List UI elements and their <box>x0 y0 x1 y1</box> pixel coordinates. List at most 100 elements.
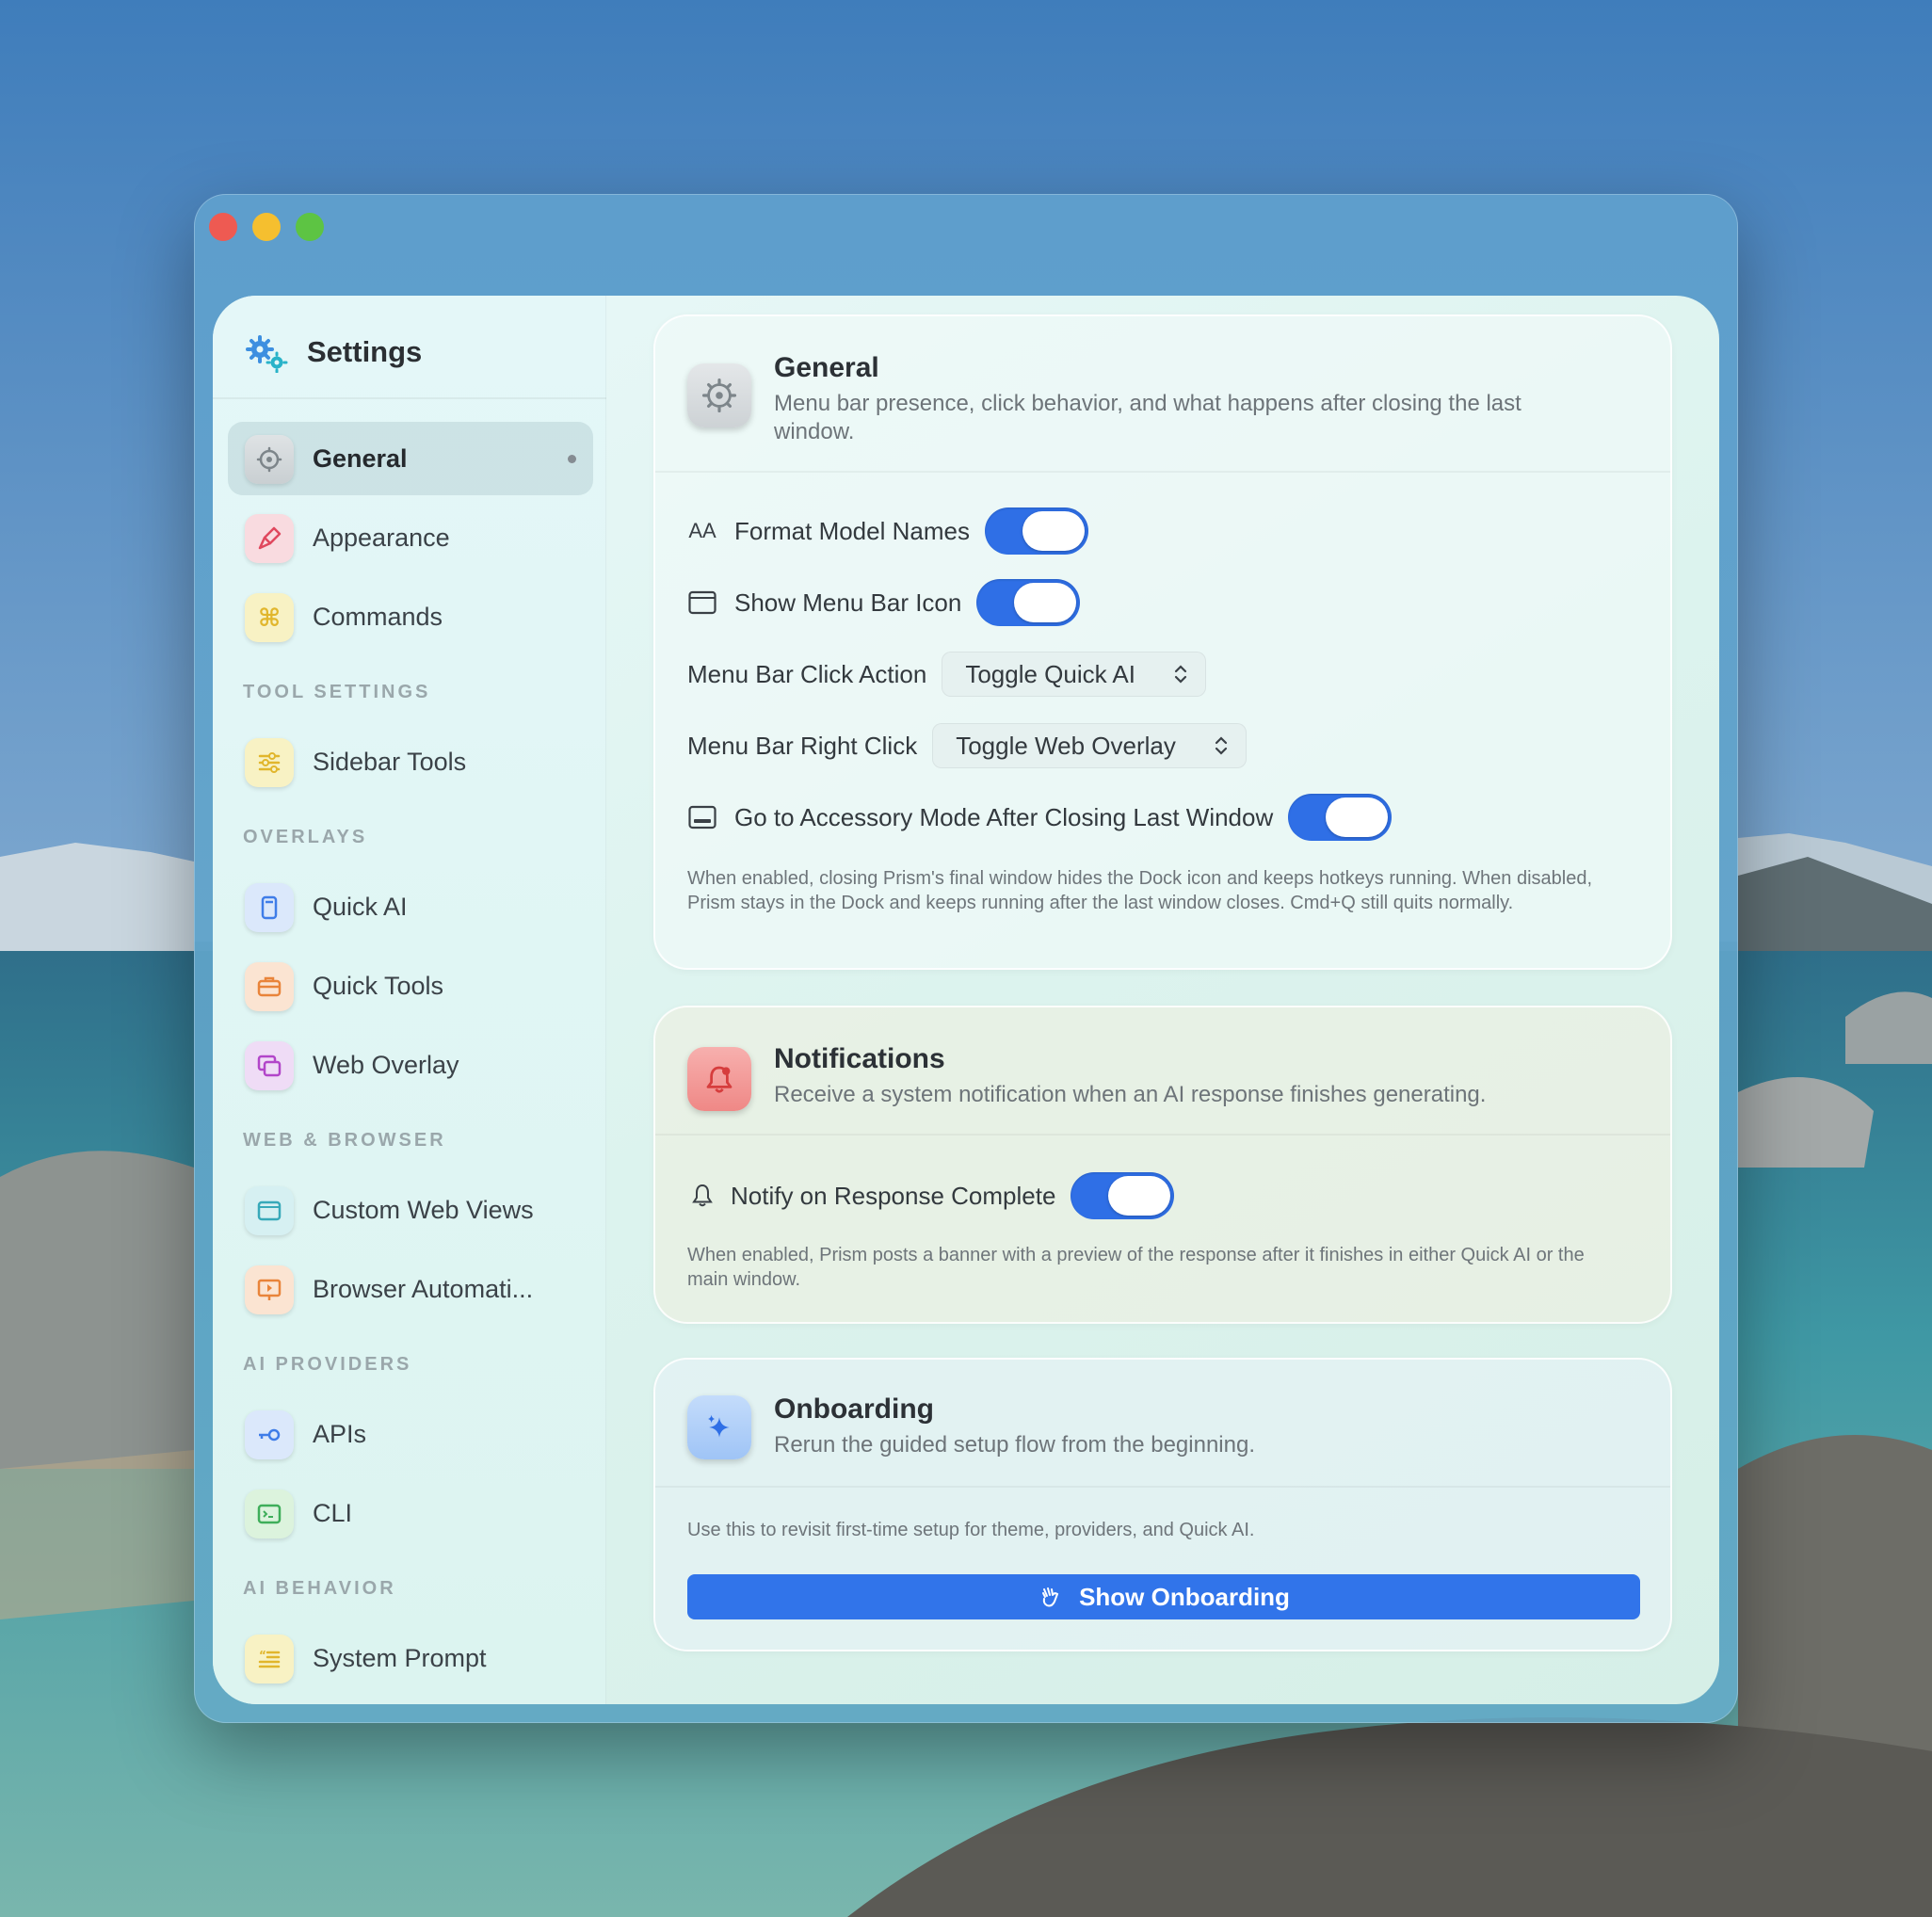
notifications-help-text: When enabled, Prism posts a banner with … <box>687 1245 1585 1290</box>
notify-on-complete-label: Notify on Response Complete <box>731 1181 1056 1210</box>
bell-icon <box>687 1181 717 1211</box>
notify-on-complete-toggle[interactable] <box>1071 1172 1175 1219</box>
sidebar: Settings General Appearance ⌘ Commands T… <box>213 296 606 1704</box>
accessory-mode-row: Go to Accessory Mode After Closing Last … <box>687 794 1393 841</box>
sidebar-title: Settings <box>307 335 423 368</box>
sidebar-item-general[interactable]: General <box>228 422 593 495</box>
section-label-tool-settings: TOOL SETTINGS <box>243 682 431 702</box>
toggle-knob <box>1108 1176 1171 1216</box>
menu-bar-click-action-select[interactable]: Toggle Quick AI <box>942 652 1206 697</box>
sidebar-item-label: General <box>313 444 408 473</box>
sidebar-item-label: Custom Web Views <box>313 1196 534 1224</box>
sidebar-item-quick-tools[interactable]: Quick Tools <box>228 949 593 1023</box>
toolbox-icon <box>245 962 294 1011</box>
text-size-icon: AA <box>687 516 717 546</box>
key-icon <box>245 1410 294 1459</box>
menu-bar-right-click-row: Menu Bar Right Click Toggle Web Overlay <box>687 723 1247 768</box>
select-value: Toggle Web Overlay <box>956 731 1176 760</box>
section-label-ai-providers: AI PROVIDERS <box>243 1354 412 1375</box>
selected-indicator-dot <box>568 455 576 463</box>
divider <box>655 1134 1670 1136</box>
sidebar-item-label: Web Overlay <box>313 1051 459 1079</box>
sidebar-item-commands[interactable]: ⌘ Commands <box>228 580 593 653</box>
gears-icon <box>246 335 288 373</box>
gear-icon <box>245 435 294 484</box>
general-subtitle: Menu bar presence, click behavior, and w… <box>774 391 1521 444</box>
show-onboarding-button[interactable]: Show Onboarding <box>687 1574 1640 1619</box>
menu-bar-right-click-select[interactable]: Toggle Web Overlay <box>932 723 1247 768</box>
command-key-icon: ⌘ <box>245 593 294 642</box>
zoom-window-button[interactable] <box>296 213 324 241</box>
general-title: General <box>774 352 879 383</box>
notifications-subtitle: Receive a system notification when an AI… <box>774 1082 1487 1107</box>
show-menu-bar-icon-toggle[interactable] <box>976 579 1081 626</box>
section-label-overlays: OVERLAYS <box>243 827 368 847</box>
general-card: General Menu bar presence, click behavio… <box>653 314 1672 970</box>
sidebar-item-label: Commands <box>313 603 443 631</box>
menu-bar-click-action-row: Menu Bar Click Action Toggle Quick AI <box>687 652 1206 697</box>
settings-window: Settings General Appearance ⌘ Commands T… <box>194 194 1738 1723</box>
sparkles-icon <box>687 1395 751 1459</box>
close-window-button[interactable] <box>209 213 237 241</box>
chevron-up-down-icon <box>1173 663 1188 685</box>
divider <box>655 471 1670 473</box>
format-model-names-row: AA Format Model Names <box>687 507 1088 555</box>
sidebar-header: Settings <box>213 296 606 399</box>
terminal-icon <box>245 1490 294 1538</box>
settings-panel: Settings General Appearance ⌘ Commands T… <box>213 296 1719 1704</box>
presentation-play-icon <box>245 1265 294 1314</box>
paintbrush-icon <box>245 514 294 563</box>
onboarding-card: Onboarding Rerun the guided setup flow f… <box>653 1358 1672 1651</box>
toggle-knob <box>1326 797 1389 837</box>
sidebar-item-label: System Prompt <box>313 1644 487 1672</box>
sidebar-item-apis[interactable]: APIs <box>228 1397 593 1471</box>
sidebar-item-custom-web-views[interactable]: Custom Web Views <box>228 1173 593 1247</box>
dock-icon <box>687 802 717 832</box>
notifications-title: Notifications <box>774 1043 945 1074</box>
menu-bar-click-action-label: Menu Bar Click Action <box>687 659 927 688</box>
sidebar-item-label: Quick AI <box>313 893 408 921</box>
sidebar-item-label: Sidebar Tools <box>313 748 467 776</box>
sidebar-item-browser-automation[interactable]: Browser Automati... <box>228 1252 593 1326</box>
format-model-names-label: Format Model Names <box>734 516 970 545</box>
general-help-text: When enabled, closing Prism's final wind… <box>687 868 1593 913</box>
overlapping-windows-icon <box>245 1041 294 1090</box>
minimize-window-button[interactable] <box>252 213 281 241</box>
show-onboarding-label: Show Onboarding <box>1079 1582 1290 1611</box>
sidebar-item-appearance[interactable]: Appearance <box>228 501 593 574</box>
sidebar-item-label: APIs <box>313 1420 367 1448</box>
browser-window-icon <box>245 1186 294 1235</box>
menubar-window-icon <box>687 588 717 618</box>
accessory-mode-toggle[interactable] <box>1288 794 1393 841</box>
sidebar-item-label: Appearance <box>313 524 450 552</box>
sidebar-item-system-prompt[interactable]: “ System Prompt <box>228 1621 593 1695</box>
divider <box>655 1486 1670 1488</box>
onboarding-title: Onboarding <box>774 1393 934 1425</box>
section-label-ai-behavior: AI BEHAVIOR <box>243 1578 396 1599</box>
section-label-web-browser: WEB & BROWSER <box>243 1130 446 1151</box>
gear-icon <box>687 363 751 427</box>
select-value: Toggle Quick AI <box>965 659 1135 688</box>
chevron-up-down-icon <box>1214 734 1229 757</box>
sidebar-item-cli[interactable]: CLI <box>228 1476 593 1550</box>
sidebar-item-label: Quick Tools <box>313 972 444 1000</box>
text-size-glyph: AA <box>688 519 716 542</box>
toggle-knob <box>1022 511 1085 551</box>
sidebar-item-web-overlay[interactable]: Web Overlay <box>228 1028 593 1102</box>
text-quote-icon: “ <box>245 1635 294 1683</box>
sidebar-item-sidebar-tools[interactable]: Sidebar Tools <box>228 725 593 798</box>
sidebar-item-label: CLI <box>313 1499 353 1527</box>
sidebar-item-quick-ai[interactable]: Quick AI <box>228 870 593 943</box>
show-menu-bar-icon-row: Show Menu Bar Icon <box>687 579 1081 626</box>
sliders-icon <box>245 738 294 787</box>
svg-text:“: “ <box>259 1649 266 1662</box>
show-menu-bar-icon-label: Show Menu Bar Icon <box>734 588 962 617</box>
sidebar-item-label: Browser Automati... <box>313 1275 534 1303</box>
menu-bar-right-click-label: Menu Bar Right Click <box>687 731 918 760</box>
hand-wave-icon <box>1038 1584 1064 1610</box>
notifications-card: Notifications Receive a system notificat… <box>653 1006 1672 1324</box>
accessory-mode-label: Go to Accessory Mode After Closing Last … <box>734 802 1274 831</box>
onboarding-subtitle: Rerun the guided setup flow from the beg… <box>774 1432 1255 1458</box>
format-model-names-toggle[interactable] <box>984 507 1088 555</box>
window-panel-icon <box>245 883 294 932</box>
